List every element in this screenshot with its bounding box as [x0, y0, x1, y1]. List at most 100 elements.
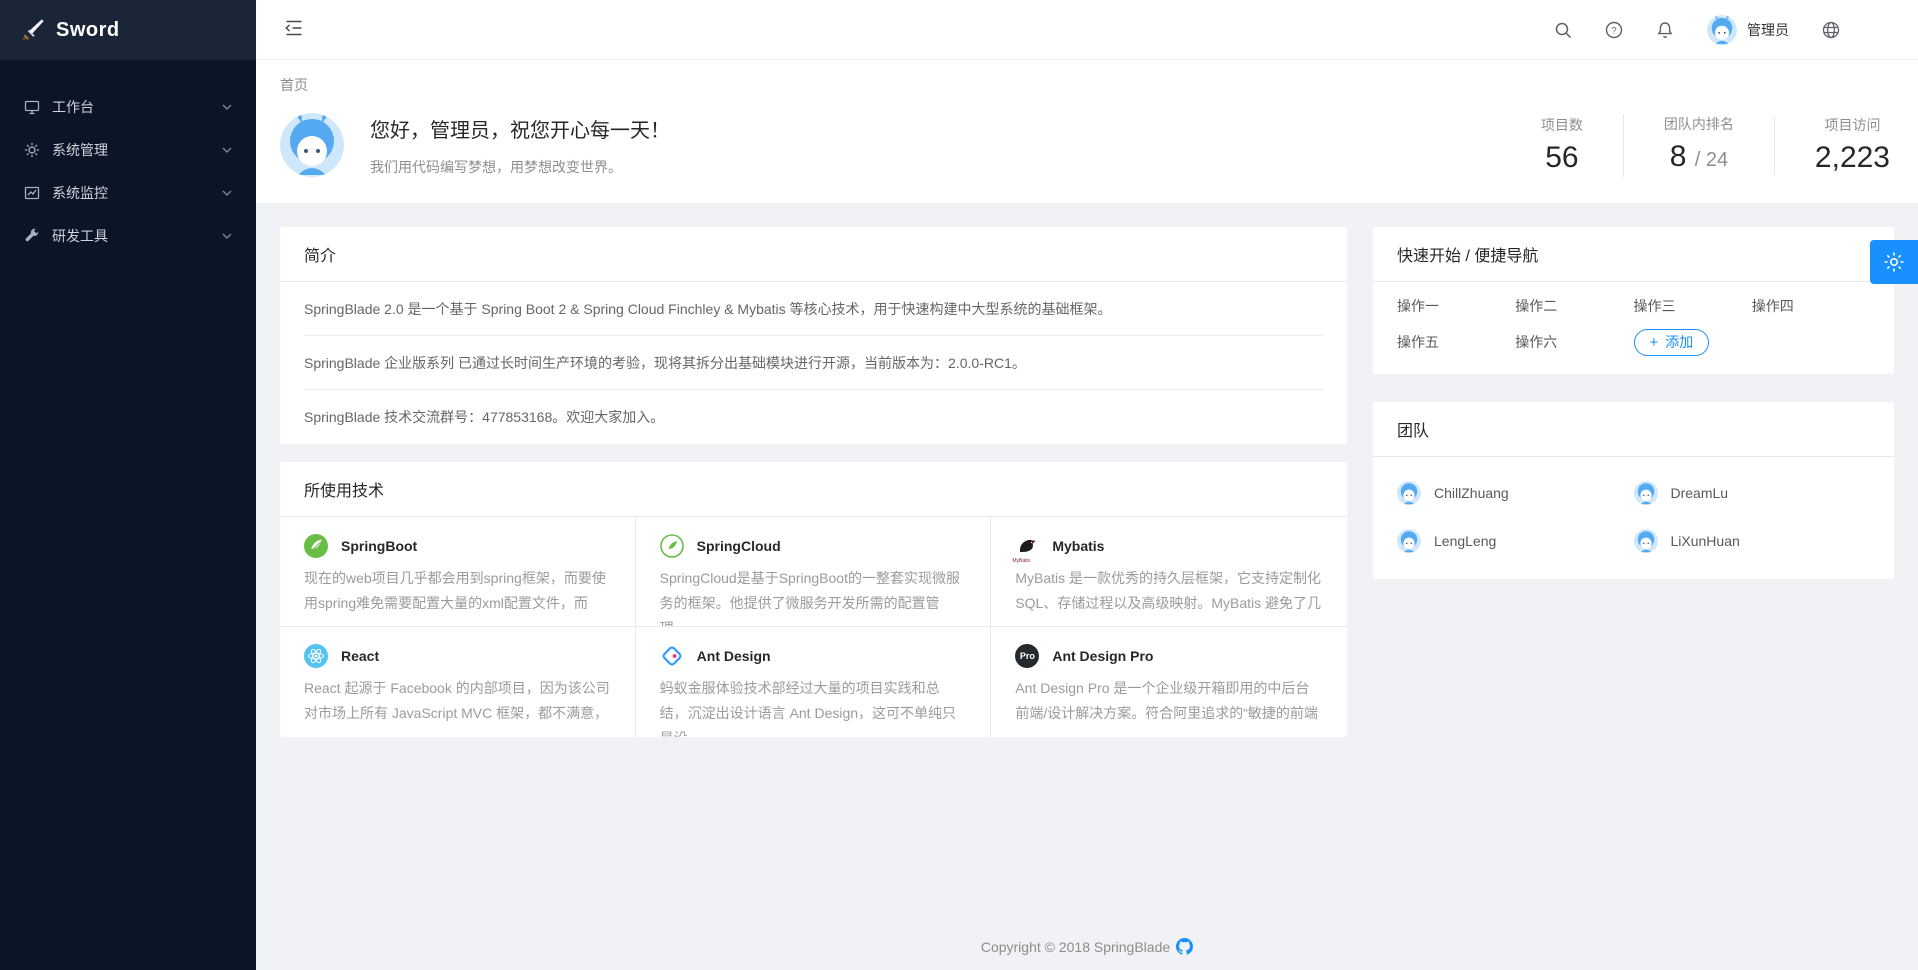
tech-desc: Ant Design Pro 是一个企业级开箱即用的中后台前端/设计解决方案。符…	[1015, 676, 1323, 726]
content: 简介 SpringBlade 2.0 是一个基于 Spring Boot 2 &…	[256, 203, 1918, 970]
quick-link-5[interactable]: 操作五	[1397, 328, 1515, 356]
tech-card: 所使用技术	[280, 462, 1347, 737]
quick-link-2[interactable]: 操作二	[1515, 292, 1633, 320]
page-title: 您好，管理员，祝您开心每一天！	[370, 114, 670, 143]
user-name: 管理员	[1747, 20, 1789, 40]
card-title: 简介	[304, 242, 336, 266]
desktop-icon	[24, 99, 40, 115]
quick-link-1[interactable]: 操作一	[1397, 292, 1515, 320]
tech-name: React	[341, 648, 379, 664]
tech-desc: MyBatis 是一款优秀的持久层框架，它支持定制化 SQL、存储过程以及高级映…	[1015, 566, 1323, 616]
left-column: 简介 SpringBlade 2.0 是一个基于 Spring Boot 2 &…	[280, 227, 1347, 737]
team-member-lixunhuan[interactable]: LiXunHuan	[1634, 521, 1871, 561]
bell-icon[interactable]	[1656, 21, 1674, 39]
tech-desc: 蚂蚁金服体验技术部经过大量的项目实践和总结，沉淀出设计语言 Ant Design…	[660, 676, 967, 737]
menu-fold-button[interactable]	[280, 15, 308, 44]
footer: Copyright © 2018 SpringBlade	[256, 938, 1918, 955]
mybatis-icon: MyBatis	[1015, 534, 1039, 558]
search-icon[interactable]	[1554, 21, 1572, 39]
intro-body: SpringBlade 2.0 是一个基于 Spring Boot 2 & Sp…	[280, 282, 1347, 444]
stat-label: 项目数	[1541, 115, 1583, 135]
stat-value: 56	[1541, 141, 1583, 175]
monitor-chart-icon	[24, 185, 40, 201]
card-title: 所使用技术	[304, 477, 384, 501]
welcome-row: 您好，管理员，祝您开心每一天！ 我们用代码编写梦想，用梦想改变世界。 项目数 5…	[280, 113, 1894, 177]
intro-paragraph: SpringBlade 2.0 是一个基于 Spring Boot 2 & Sp…	[304, 282, 1323, 336]
chevron-down-icon	[222, 147, 232, 154]
member-name: LiXunHuan	[1671, 533, 1740, 549]
card-header: 所使用技术	[280, 462, 1347, 517]
tech-desc: 现在的web项目几乎都会用到spring框架，而要使用spring难免需要配置大…	[304, 566, 611, 616]
right-column: 快速开始 / 便捷导航 操作一 操作二 操作三 操作四 操作五 操作六 添加	[1373, 227, 1894, 579]
tech-name: SpringBoot	[341, 538, 417, 554]
logo[interactable]: Sword	[0, 0, 256, 60]
team-members: ChillZhuang DreamLu LengLe	[1373, 457, 1894, 579]
globe-icon[interactable]	[1822, 21, 1840, 39]
app-root: Sword 工作台	[0, 0, 1918, 970]
team-member-lengleng[interactable]: LengLeng	[1397, 521, 1634, 561]
sidebar-item-label: 系统监控	[52, 183, 210, 203]
tech-name: Ant Design	[697, 648, 771, 664]
tech-name: Mybatis	[1052, 538, 1104, 554]
app-title: Sword	[56, 19, 120, 42]
quick-start-card: 快速开始 / 便捷导航 操作一 操作二 操作三 操作四 操作五 操作六 添加	[1373, 227, 1894, 374]
stat-label: 团队内排名	[1664, 114, 1734, 134]
settings-float-button[interactable]	[1870, 240, 1918, 284]
breadcrumb-item-home[interactable]: 首页	[280, 77, 308, 93]
tech-cell-springcloud: SpringCloud SpringCloud是基于SpringBoot的一整套…	[636, 517, 992, 627]
intro-paragraph: SpringBlade 技术交流群号：477853168。欢迎大家加入。	[304, 390, 1323, 444]
tech-cell-mybatis: MyBatis Mybatis MyBatis 是一款优秀的持久层框架，它支持定…	[991, 517, 1347, 627]
tech-name: SpringCloud	[697, 538, 781, 554]
team-member-chillzhuang[interactable]: ChillZhuang	[1397, 473, 1634, 513]
page-header: 首页 您好，管理员，祝您开心每一天！ 我们用代码编写	[256, 60, 1918, 203]
card-header: 团队	[1373, 402, 1894, 457]
github-icon[interactable]	[1176, 938, 1193, 955]
main-area: ?	[256, 0, 1918, 970]
member-name: ChillZhuang	[1434, 485, 1509, 501]
intro-card: 简介 SpringBlade 2.0 是一个基于 Spring Boot 2 &…	[280, 227, 1347, 444]
copyright-text: Copyright © 2018 SpringBlade	[981, 939, 1170, 955]
user-menu[interactable]: 管理员	[1707, 15, 1789, 45]
member-name: DreamLu	[1671, 485, 1729, 501]
quick-link-6[interactable]: 操作六	[1515, 328, 1633, 356]
team-member-dreamlu[interactable]: DreamLu	[1634, 473, 1871, 513]
sidebar-item-label: 研发工具	[52, 226, 210, 246]
topbar-actions: ?	[1554, 15, 1840, 45]
sword-icon	[20, 17, 46, 43]
avatar	[1397, 529, 1421, 553]
svg-text:?: ?	[1611, 25, 1616, 36]
gear-icon	[24, 142, 40, 158]
avatar	[1634, 481, 1658, 505]
quick-link-3[interactable]: 操作三	[1634, 292, 1752, 320]
avatar	[280, 113, 344, 177]
sidebar-item-workbench[interactable]: 工作台	[0, 87, 256, 127]
tech-desc: React 起源于 Facebook 的内部项目，因为该公司对市场上所有 Jav…	[304, 676, 611, 726]
tech-cell-antdesign: Ant Design 蚂蚁金服体验技术部经过大量的项目实践和总结，沉淀出设计语言…	[636, 627, 992, 737]
add-button-label: 添加	[1665, 332, 1693, 352]
card-header: 快速开始 / 便捷导航	[1373, 227, 1894, 282]
sidebar-menu: 工作台 系统管理	[0, 60, 256, 259]
springcloud-icon	[660, 534, 684, 558]
card-title: 快速开始 / 便捷导航	[1397, 242, 1538, 266]
add-button[interactable]: 添加	[1634, 329, 1710, 356]
tech-cell-react: React React 起源于 Facebook 的内部项目，因为该公司对市场上…	[280, 627, 636, 737]
quick-link-4[interactable]: 操作四	[1752, 292, 1870, 320]
react-icon	[304, 644, 328, 668]
welcome-texts: 您好，管理员，祝您开心每一天！ 我们用代码编写梦想，用梦想改变世界。	[370, 114, 670, 177]
stats: 项目数 56 团队内排名 8 / 24 项目访问 2,223	[1501, 114, 1894, 177]
member-name: LengLeng	[1434, 533, 1496, 549]
card-header: 简介	[280, 227, 1347, 282]
card-title: 团队	[1397, 417, 1429, 441]
avatar	[1707, 15, 1737, 45]
breadcrumb: 首页	[280, 75, 1894, 95]
sidebar-item-system-management[interactable]: 系统管理	[0, 130, 256, 170]
topbar: ?	[256, 0, 1918, 60]
settings-gear-icon	[1883, 251, 1905, 273]
question-circle-icon[interactable]: ?	[1605, 21, 1623, 39]
springboot-icon	[304, 534, 328, 558]
avatar	[1397, 481, 1421, 505]
sidebar-item-dev-tools[interactable]: 研发工具	[0, 216, 256, 256]
sidebar-item-system-monitor[interactable]: 系统监控	[0, 173, 256, 213]
stat-visits: 项目访问 2,223	[1774, 115, 1894, 175]
chevron-down-icon	[222, 104, 232, 111]
